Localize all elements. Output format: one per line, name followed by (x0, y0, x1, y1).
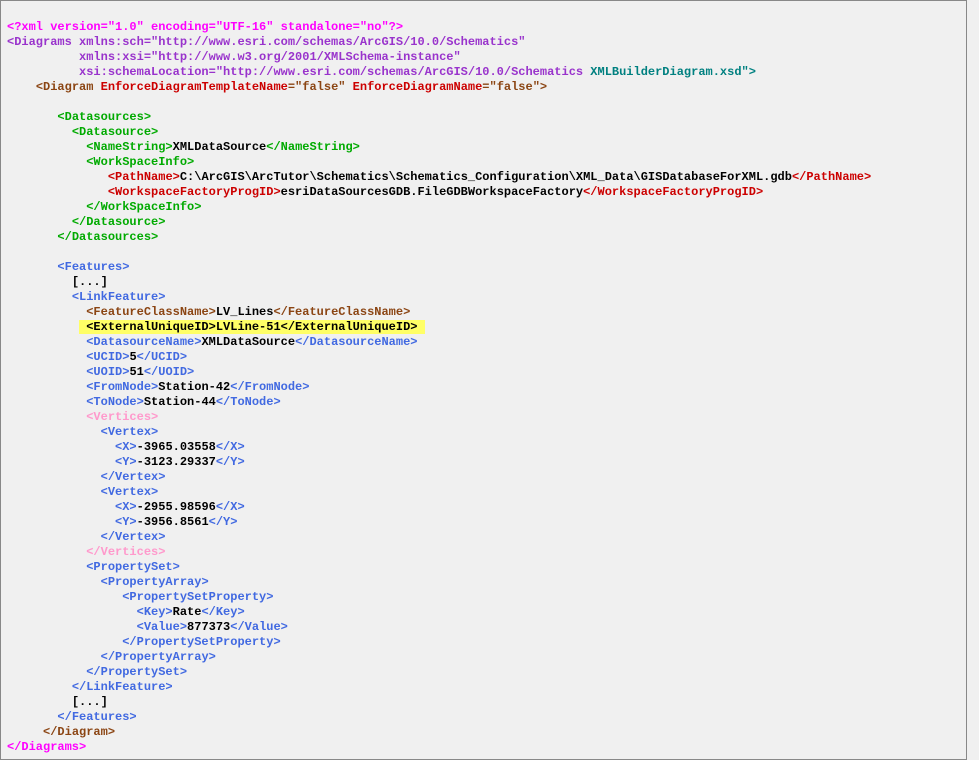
vertex2-close: </Vertex> (101, 530, 166, 544)
ellipsis-bottom: [...] (72, 695, 108, 709)
namestring-open: <NameString> (86, 140, 172, 154)
datasources-open: <Datasources> (57, 110, 151, 124)
ucid-open: <UCID> (86, 350, 129, 364)
workspaceinfo-open: <WorkSpaceInfo> (86, 155, 194, 169)
uoid-open: <UOID> (86, 365, 129, 379)
propertyset-open: <PropertySet> (86, 560, 180, 574)
pathname-open: <PathName> (108, 170, 180, 184)
diagrams-close: </Diagrams> (7, 740, 86, 754)
propertyarray-open: <PropertyArray> (101, 575, 209, 589)
datasources-close: </Datasources> (57, 230, 158, 244)
vertex1-open: <Vertex> (101, 425, 159, 439)
value-open: <Value> (137, 620, 187, 634)
features-close: </Features> (57, 710, 136, 724)
diagrams-ns2: xmlns:xsi="http://www.w3.org/2001/XMLSch… (7, 50, 461, 64)
tonode-open: <ToNode> (86, 395, 144, 409)
xml-declaration: <?xml version="1.0" encoding="UTF-16" st… (7, 20, 403, 34)
attr-enforce-template: EnforceDiagramTemplateName (101, 80, 288, 94)
diagrams-ns3a: xsi:schemaLocation="http://www.esri.com/… (7, 65, 590, 79)
diagram-close: </Diagram> (43, 725, 115, 739)
workspacefactory-open: <WorkspaceFactoryProgID> (108, 185, 281, 199)
vertices-open: <Vertices> (86, 410, 158, 424)
external-unique-id-highlight: <ExternalUniqueID>LVLine-51</ExternalUni… (79, 320, 425, 334)
propertyset-close: </PropertySet> (86, 665, 187, 679)
xml-code-block: <?xml version="1.0" encoding="UTF-16" st… (0, 0, 967, 760)
features-open: <Features> (57, 260, 129, 274)
datasourcename-open: <DatasourceName> (86, 335, 201, 349)
propertyarray-close: </PropertyArray> (101, 650, 216, 664)
vertex2-open: <Vertex> (101, 485, 159, 499)
diagram-open-tag: <Diagram (36, 80, 101, 94)
linkfeature-open: <LinkFeature> (72, 290, 166, 304)
datasource-close: </Datasource> (72, 215, 166, 229)
propertysetproperty-close: </PropertySetProperty> (122, 635, 280, 649)
attr-enforce-name: EnforceDiagramName (353, 80, 483, 94)
key-open: <Key> (137, 605, 173, 619)
diagrams-ns3b: XMLBuilderDiagram.xsd"> (590, 65, 756, 79)
vertex1-close: </Vertex> (101, 470, 166, 484)
ellipsis-top: [...] (72, 275, 108, 289)
linkfeature-close: </LinkFeature> (72, 680, 173, 694)
datasource-open: <Datasource> (72, 125, 158, 139)
diagrams-open: <Diagrams xmlns:sch="http://www.esri.com… (7, 35, 525, 49)
vertices-close: </Vertices> (86, 545, 165, 559)
featureclassname-open: <FeatureClassName> (86, 305, 216, 319)
workspaceinfo-close: </WorkSpaceInfo> (86, 200, 201, 214)
fromnode-open: <FromNode> (86, 380, 158, 394)
propertysetproperty-open: <PropertySetProperty> (122, 590, 273, 604)
